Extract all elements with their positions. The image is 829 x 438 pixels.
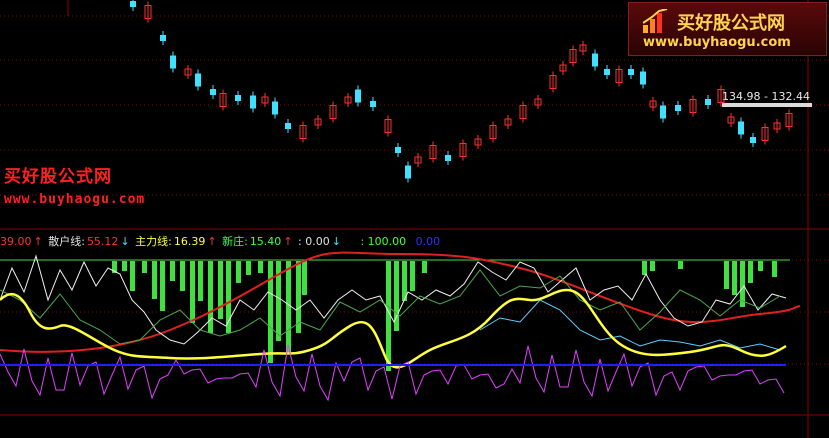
green-bar	[198, 261, 203, 301]
price-range-label: 134.98 - 132.44	[722, 90, 810, 103]
legend-new-arrow: ↑	[283, 235, 293, 248]
green-bar	[678, 261, 683, 269]
candle-down	[628, 69, 634, 75]
candle-down	[160, 35, 166, 41]
green-bar	[724, 261, 729, 289]
candle-down	[640, 71, 646, 85]
legend-blue-value: 0.00	[415, 235, 441, 248]
legend-retail-label: 散户线:	[48, 235, 85, 248]
retail-line	[0, 254, 787, 345]
watermark-url: www.buyhaogu.com	[4, 192, 146, 207]
green-bar	[258, 261, 263, 273]
green-bar	[772, 261, 777, 277]
green-bar	[246, 261, 251, 275]
candle-down	[235, 95, 241, 101]
logo-url: www.buyhaogu.com	[643, 35, 791, 50]
green-bar	[286, 261, 291, 353]
candle-down	[285, 123, 291, 129]
candle-down	[738, 121, 744, 135]
green-bar	[218, 261, 223, 319]
candle-down	[210, 89, 216, 95]
candle-down	[195, 73, 201, 87]
green-bar	[642, 261, 647, 275]
candle-down	[170, 55, 176, 69]
green-bar	[748, 261, 753, 283]
green-bar	[650, 261, 655, 271]
legend-retail-arrow: ↓	[120, 235, 130, 248]
green-bar	[190, 261, 195, 323]
green-bar	[122, 261, 127, 271]
candle-down	[405, 165, 411, 179]
green-bar	[170, 261, 175, 281]
legend-hundred-value: : 100.00	[360, 235, 407, 248]
legend-main-value: 16.39	[173, 235, 206, 248]
green-bar	[180, 261, 185, 291]
indicator-legend: 39.00 ↑ 散户线: 55.12 ↓ 主力线: 16.39 ↑ 新庄: 15.40 ↑ :…	[0, 233, 442, 249]
green-bar	[236, 261, 241, 283]
candle-down	[675, 105, 681, 111]
candle-down	[250, 95, 256, 109]
rising-bars-icon	[643, 9, 668, 33]
watermark-title: 买好股公式网	[4, 167, 112, 187]
logo-title: 买好股公式网	[677, 13, 785, 34]
legend-retail-value: 55.12	[86, 235, 119, 248]
legend-zero-arrow: ↓	[331, 235, 341, 248]
brand-logo: 买好股公式网 www.buyhaogu.com	[628, 2, 827, 56]
green-bar	[302, 261, 307, 295]
candle-down	[750, 137, 756, 143]
candle-down	[660, 105, 666, 119]
green-bar	[422, 261, 427, 273]
legend-first-arrow: ↑	[33, 235, 43, 248]
chart-canvas[interactable]	[0, 0, 829, 438]
green-bar	[152, 261, 157, 299]
green-bar	[130, 261, 135, 291]
candle-down	[592, 53, 598, 67]
candle-down	[370, 101, 376, 107]
candle-down	[705, 99, 711, 105]
green-bar	[758, 261, 763, 271]
candle-down	[355, 89, 361, 103]
legend-first-value: 39.00	[0, 235, 32, 248]
candle-down	[395, 147, 401, 153]
green-bar	[732, 261, 737, 295]
green-bar	[208, 261, 213, 333]
legend-main-label: 主力线:	[135, 235, 172, 248]
main-force-line	[0, 288, 787, 369]
legend-new-label: 新庄:	[222, 235, 248, 248]
price-marker-bar	[722, 103, 812, 107]
candle-down	[130, 1, 136, 7]
legend-zero-value: : 0.00	[298, 235, 330, 248]
candle-down	[272, 101, 278, 115]
stock-chart-screen: 买好股公式网 www.buyhaogu.com 买好股公式网 www.buyha…	[0, 0, 829, 438]
green-bar	[410, 261, 415, 291]
green-bar	[142, 261, 147, 273]
candle-down	[604, 69, 610, 75]
magenta-oscillator	[0, 344, 785, 402]
green-bar	[268, 261, 273, 363]
green-bar	[160, 261, 165, 311]
legend-main-arrow: ↑	[207, 235, 217, 248]
legend-new-value: 15.40	[249, 235, 282, 248]
candle-down	[445, 155, 451, 161]
